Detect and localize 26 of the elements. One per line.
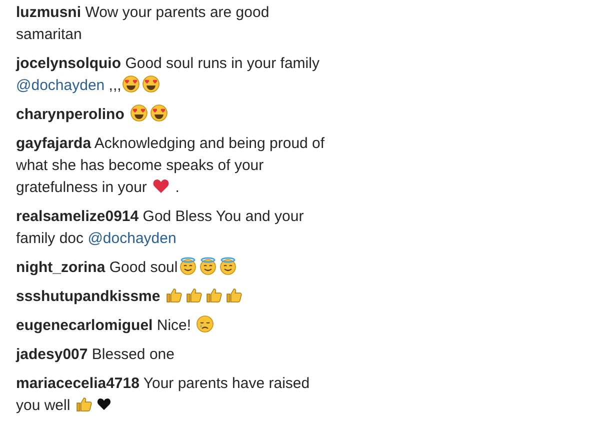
thumbs-up-icon: [165, 286, 184, 304]
heart-eyes-emoji-icon: [122, 75, 140, 93]
sad-face-emoji-icon: [196, 315, 214, 333]
comment-text: mariacecelia4718 Your parents have raised you well: [16, 374, 311, 416]
comment-text: jocelynsolquio Good soul runs in your family @dochayden ,,,: [16, 54, 320, 96]
halo-smile-emoji-icon: [218, 257, 237, 275]
comment-text: jadesy007 Blessed one: [16, 345, 176, 365]
heart-icon: [152, 177, 170, 195]
heart-eyes-emoji-icon: [142, 75, 160, 93]
comment-text: night_zorina Good soul: [16, 257, 328, 279]
thumbs-up-icon: [225, 286, 244, 304]
heart-eyes-emoji-icon: [130, 104, 148, 122]
comment-text: realsamelize0914 God Bless You and your family doc @dochayden: [16, 207, 305, 249]
comment-text: gayfajarda Acknowledging and being proud of what she has become speaks of your gratefulness in your .: [16, 134, 326, 198]
comment-text: charynperolino: [16, 104, 328, 126]
thumbs-up-icon: [75, 395, 94, 413]
halo-smile-emoji-icon: [178, 257, 197, 275]
thumbs-up-icon: [205, 286, 224, 304]
mention-link[interactable]: @dochayden: [16, 77, 105, 94]
halo-smile-emoji-icon: [198, 257, 217, 275]
thumbs-up-icon: [185, 286, 204, 304]
comment-text: ssshutupandkissme: [16, 286, 328, 308]
heart-eyes-emoji-icon: [150, 104, 168, 122]
mention-link[interactable]: @dochayden: [88, 230, 176, 247]
comment-text: luzmusni Wow your parents are good samaritan: [16, 3, 270, 45]
comment-text: eugenecarlomiguel Nice!: [16, 315, 328, 337]
